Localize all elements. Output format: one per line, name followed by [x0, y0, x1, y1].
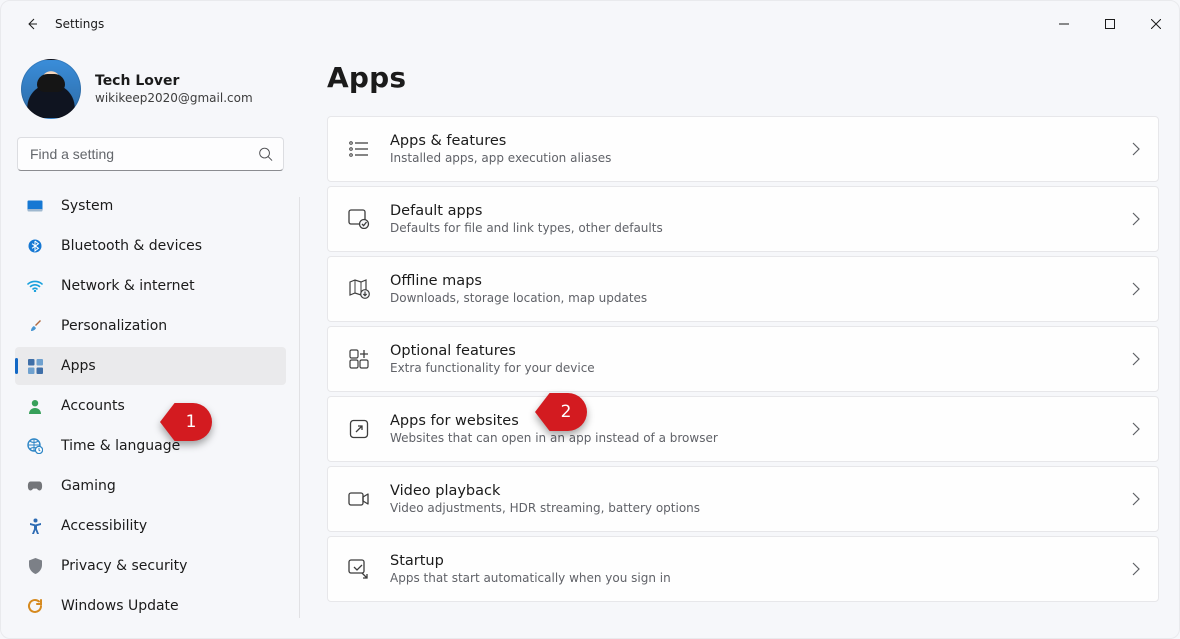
sidebar-item-label: Accounts — [61, 398, 125, 414]
open-external-icon — [348, 418, 370, 440]
globe-clock-icon — [27, 438, 43, 454]
brush-icon — [27, 318, 43, 334]
list-icon — [348, 138, 370, 160]
sidebar-item-bluetooth[interactable]: Bluetooth & devices — [15, 227, 286, 265]
sidebar-item-system[interactable]: System — [15, 187, 286, 225]
sidebar-item-label: Apps — [61, 358, 96, 374]
card-title: Default apps — [390, 203, 1112, 219]
minimize-icon — [1059, 19, 1069, 29]
card-apps-for-websites[interactable]: Apps for websites Websites that can open… — [327, 396, 1159, 462]
page-title: Apps — [327, 61, 1159, 94]
sidebar-item-label: Bluetooth & devices — [61, 238, 202, 254]
card-subtitle: Video adjustments, HDR streaming, batter… — [390, 501, 1112, 515]
system-icon — [27, 198, 43, 214]
arrow-left-icon — [24, 16, 40, 32]
maximize-icon — [1105, 19, 1115, 29]
profile-name: Tech Lover — [95, 73, 253, 89]
sidebar: Tech Lover wikikeep2020@gmail.com System… — [1, 47, 301, 638]
accessibility-icon — [27, 518, 43, 534]
window-title: Settings — [55, 17, 104, 31]
minimize-button[interactable] — [1041, 8, 1087, 40]
chevron-right-icon — [1132, 142, 1140, 156]
chevron-right-icon — [1132, 422, 1140, 436]
bluetooth-icon — [27, 238, 43, 254]
sidebar-item-label: Network & internet — [61, 278, 195, 294]
card-title: Video playback — [390, 483, 1112, 499]
map-download-icon — [348, 278, 370, 300]
sidebar-item-network[interactable]: Network & internet — [15, 267, 286, 305]
settings-card-list: Apps & features Installed apps, app exec… — [327, 116, 1159, 602]
card-subtitle: Downloads, storage location, map updates — [390, 291, 1112, 305]
sidebar-item-gaming[interactable]: Gaming — [15, 467, 286, 505]
controller-icon — [27, 478, 43, 494]
card-title: Apps for websites — [390, 413, 1112, 429]
sidebar-item-update[interactable]: Windows Update — [15, 587, 286, 625]
titlebar: Settings — [1, 1, 1179, 47]
sidebar-item-privacy[interactable]: Privacy & security — [15, 547, 286, 585]
video-icon — [348, 488, 370, 510]
chevron-right-icon — [1132, 352, 1140, 366]
shield-icon — [27, 558, 43, 574]
sidebar-item-label: Accessibility — [61, 518, 147, 534]
sidebar-item-label: Privacy & security — [61, 558, 187, 574]
card-optional-features[interactable]: Optional features Extra functionality fo… — [327, 326, 1159, 392]
sidebar-item-time[interactable]: Time & language — [15, 427, 286, 465]
person-icon — [27, 398, 43, 414]
card-subtitle: Websites that can open in an app instead… — [390, 431, 1112, 445]
profile-email: wikikeep2020@gmail.com — [95, 91, 253, 105]
avatar — [21, 59, 81, 119]
card-title: Optional features — [390, 343, 1112, 359]
sidebar-item-apps[interactable]: Apps — [15, 347, 286, 385]
sidebar-item-label: Windows Update — [61, 598, 179, 614]
chevron-right-icon — [1132, 492, 1140, 506]
features-plus-icon — [348, 348, 370, 370]
card-offline-maps[interactable]: Offline maps Downloads, storage location… — [327, 256, 1159, 322]
startup-icon — [348, 558, 370, 580]
chevron-right-icon — [1132, 562, 1140, 576]
wifi-icon — [27, 278, 43, 294]
sidebar-item-label: Gaming — [61, 478, 116, 494]
apps-icon — [27, 358, 43, 374]
card-subtitle: Apps that start automatically when you s… — [390, 571, 1112, 585]
sidebar-item-accessibility[interactable]: Accessibility — [15, 507, 286, 545]
card-startup[interactable]: Startup Apps that start automatically wh… — [327, 536, 1159, 602]
sidebar-item-label: System — [61, 198, 113, 214]
card-apps-features[interactable]: Apps & features Installed apps, app exec… — [327, 116, 1159, 182]
card-title: Startup — [390, 553, 1112, 569]
sidebar-item-label: Time & language — [61, 438, 180, 454]
window-controls — [1041, 8, 1179, 40]
search-icon — [258, 147, 273, 162]
sidebar-item-personalization[interactable]: Personalization — [15, 307, 286, 345]
default-apps-icon — [348, 208, 370, 230]
card-default-apps[interactable]: Default apps Defaults for file and link … — [327, 186, 1159, 252]
chevron-right-icon — [1132, 282, 1140, 296]
card-video-playback[interactable]: Video playback Video adjustments, HDR st… — [327, 466, 1159, 532]
content-area: Apps Apps & features Installed apps, app… — [301, 47, 1179, 638]
profile-block[interactable]: Tech Lover wikikeep2020@gmail.com — [15, 59, 286, 137]
search-input-wrapper[interactable] — [17, 137, 284, 171]
close-button[interactable] — [1133, 8, 1179, 40]
close-icon — [1151, 19, 1161, 29]
sidebar-item-accounts[interactable]: Accounts — [15, 387, 286, 425]
card-subtitle: Extra functionality for your device — [390, 361, 1112, 375]
search-input[interactable] — [30, 146, 247, 162]
card-subtitle: Installed apps, app execution aliases — [390, 151, 1112, 165]
card-subtitle: Defaults for file and link types, other … — [390, 221, 1112, 235]
chevron-right-icon — [1132, 212, 1140, 226]
sidebar-item-label: Personalization — [61, 318, 167, 334]
back-button[interactable] — [15, 7, 49, 41]
card-title: Apps & features — [390, 133, 1112, 149]
update-icon — [27, 598, 43, 614]
card-title: Offline maps — [390, 273, 1112, 289]
sidebar-nav: System Bluetooth & devices Network & int… — [15, 187, 286, 625]
maximize-button[interactable] — [1087, 8, 1133, 40]
